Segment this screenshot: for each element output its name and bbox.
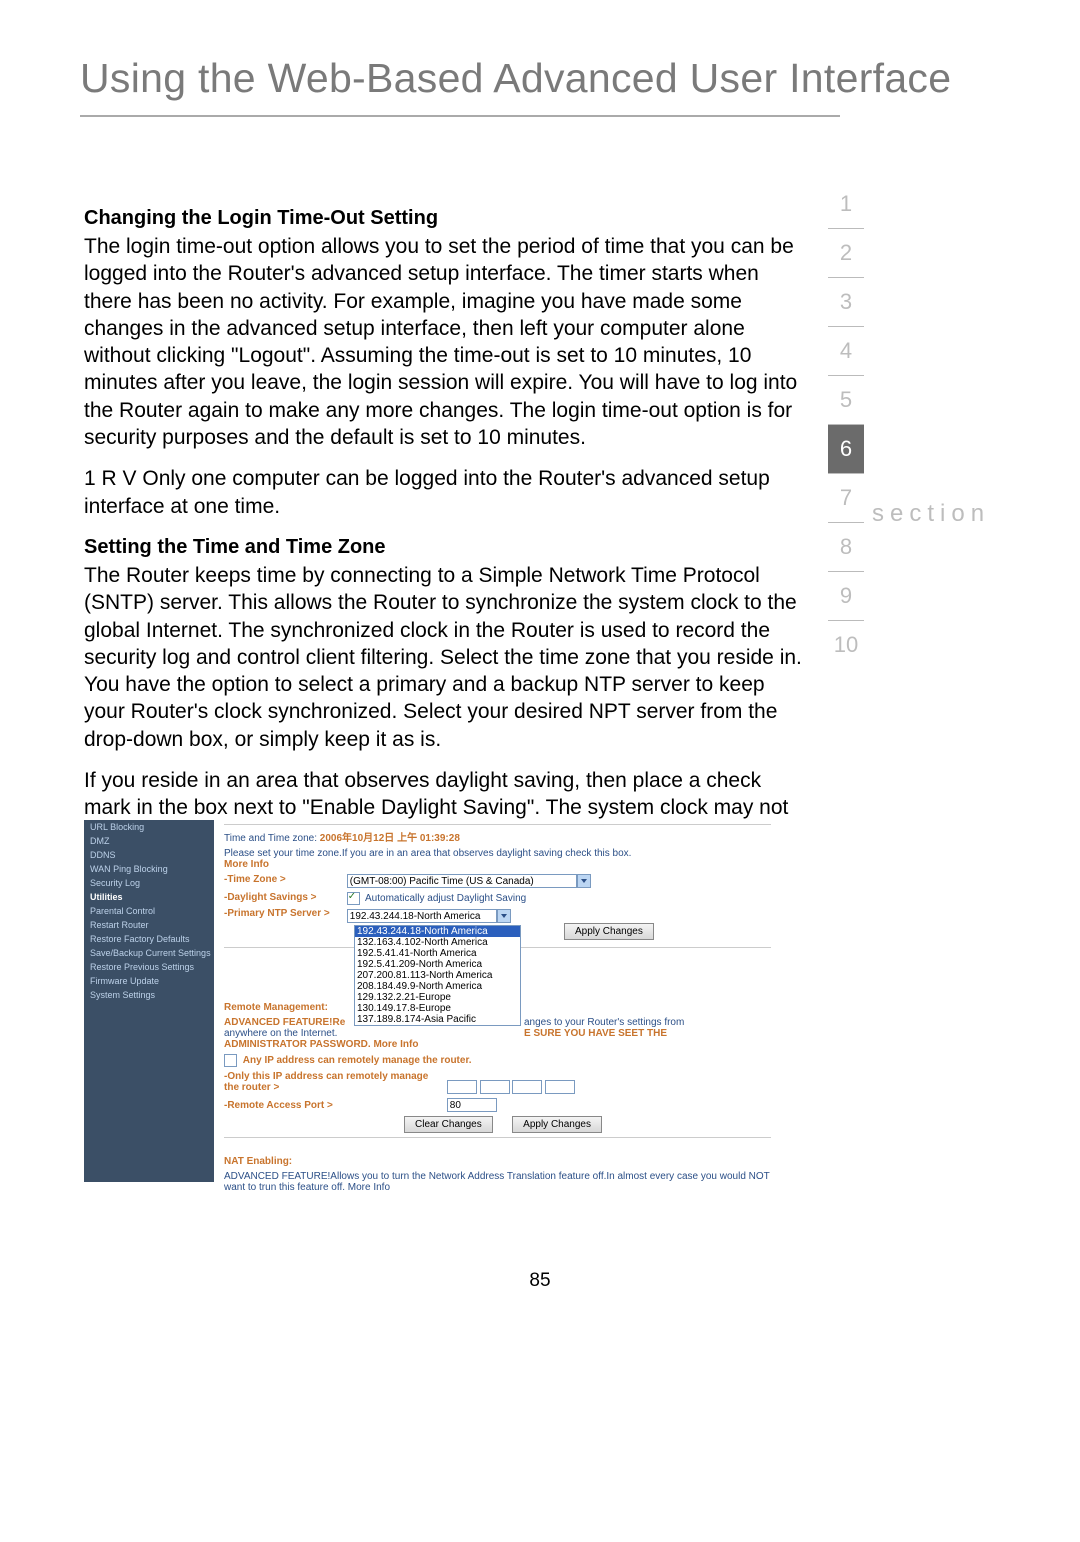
daylight-label: -Daylight Savings > [224,892,344,903]
sidebar-item[interactable]: DMZ [84,834,214,848]
sidebar-item[interactable]: Firmware Update [84,974,214,988]
router-ui-screenshot: URL BlockingDMZDDNSWAN Ping BlockingSecu… [84,820,781,1182]
section-tabs: 12345678910 [828,180,864,669]
sidebar-item[interactable]: DDNS [84,848,214,862]
be-sure-text: E SURE YOU HAVE SEET THE [524,1028,667,1039]
timezone-label: -Time Zone > [224,874,344,885]
sidebar-item[interactable]: URL Blocking [84,820,214,834]
chevron-down-icon[interactable] [497,909,511,923]
section-tab-3[interactable]: 3 [828,278,864,327]
sidebar-item[interactable]: Security Log [84,876,214,890]
section-tab-7[interactable]: 7 [828,474,864,523]
primary-ntp-label: -Primary NTP Server > [224,909,344,919]
adv-feature-text: ADVANCED FEATURE!Re [224,1017,345,1028]
only-ip-field-2[interactable] [480,1080,510,1094]
sidebar-item[interactable]: Utilities [84,890,214,904]
heading-login: Changing the Login Time-Out Setting [84,205,804,231]
daylight-checkbox[interactable] [347,892,360,905]
only-ip-label: -Only this IP address can remotely manag… [224,1071,444,1093]
page-number: 85 [0,1270,1080,1292]
please-set-text: Please set your time zone.If you are in … [224,848,631,859]
ntp-dropdown-open[interactable]: 192.43.244.18-North America132.163.4.102… [354,925,521,1026]
adv-tail: anges to your Router's settings from [524,1017,684,1028]
remote-mgmt-label: Remote Management: [224,1002,328,1013]
apply-changes-button[interactable]: Apply Changes [564,923,654,940]
ntp-option[interactable]: 130.149.17.8-Europe [355,1003,520,1014]
ntp-option[interactable]: 192.43.244.18-North America [355,926,520,937]
more-info-link[interactable]: More Info [224,859,269,870]
ntp-option[interactable]: 208.184.49.9-North America [355,981,520,992]
heading-timezone: Setting the Time and Time Zone [84,534,804,560]
section-tab-10[interactable]: 10 [828,621,864,669]
router-sidebar: URL BlockingDMZDDNSWAN Ping BlockingSecu… [84,820,214,1182]
section-label: section [872,500,990,528]
nat-label: NAT Enabling: [224,1156,292,1167]
ntp-option[interactable]: 132.163.4.102-North America [355,937,520,948]
sidebar-item[interactable]: System Settings [84,988,214,1002]
ntp-option[interactable]: 207.200.81.113-North America [355,970,520,981]
section-tab-8[interactable]: 8 [828,523,864,572]
para-login-1: The login time-out option allows you to … [84,233,804,451]
ntp-option[interactable]: 192.5.41.209-North America [355,959,520,970]
remote-port-field[interactable] [447,1098,497,1112]
admin-pwd-text: ADMINISTRATOR PASSWORD. [224,1039,371,1050]
sidebar-item[interactable]: Restore Factory Defaults [84,932,214,946]
anywhere-text: anywhere on the Internet. [224,1028,337,1039]
more-info-link[interactable]: More Info [373,1039,418,1050]
any-ip-checkbox[interactable] [224,1054,237,1067]
time-zone-value: 2006年10月12日 上午 01:39:28 [320,833,460,844]
daylight-text: Automatically adjust Daylight Saving [365,893,526,904]
section-tab-6[interactable]: 6 [828,425,864,474]
page-title: Using the Web-Based Advanced User Interf… [80,55,951,102]
only-ip-field-1[interactable] [447,1080,477,1094]
nat-text: ADVANCED FEATURE!Allows you to turn the … [224,1171,770,1193]
sidebar-item[interactable]: Parental Control [84,904,214,918]
section-tab-4[interactable]: 4 [828,327,864,376]
only-ip-field-4[interactable] [545,1080,575,1094]
sidebar-item[interactable]: WAN Ping Blocking [84,862,214,876]
chevron-down-icon[interactable] [577,874,591,888]
any-ip-text: Any IP address can remotely manage the r… [243,1055,472,1066]
only-ip-field-3[interactable] [512,1080,542,1094]
para-tz-1: The Router keeps time by connecting to a… [84,562,804,753]
body-text: Changing the Login Time-Out Setting The … [84,205,804,918]
apply-changes-button[interactable]: Apply Changes [512,1116,602,1133]
clear-changes-button[interactable]: Clear Changes [404,1116,493,1133]
ntp-option[interactable]: 192.5.41.41-North America [355,948,520,959]
sidebar-item[interactable]: Restore Previous Settings [84,960,214,974]
remote-port-label: -Remote Access Port > [224,1100,444,1111]
section-tab-5[interactable]: 5 [828,376,864,425]
ntp-option[interactable]: 137.189.8.174-Asia Pacific [355,1014,520,1025]
section-tab-9[interactable]: 9 [828,572,864,621]
sidebar-item[interactable]: Save/Backup Current Settings [84,946,214,960]
ntp-select[interactable]: 192.43.244.18-North America [347,909,497,923]
para-login-2: 1 R V Only one computer can be logged in… [84,465,804,520]
ntp-option[interactable]: 129.132.2.21-Europe [355,992,520,1003]
title-rule [80,115,840,117]
section-tab-1[interactable]: 1 [828,180,864,229]
timezone-select[interactable]: (GMT-08:00) Pacific Time (US & Canada) [347,874,577,888]
section-tab-2[interactable]: 2 [828,229,864,278]
sidebar-item[interactable]: Restart Router [84,918,214,932]
time-zone-title: Time and Time zone: [224,833,317,844]
